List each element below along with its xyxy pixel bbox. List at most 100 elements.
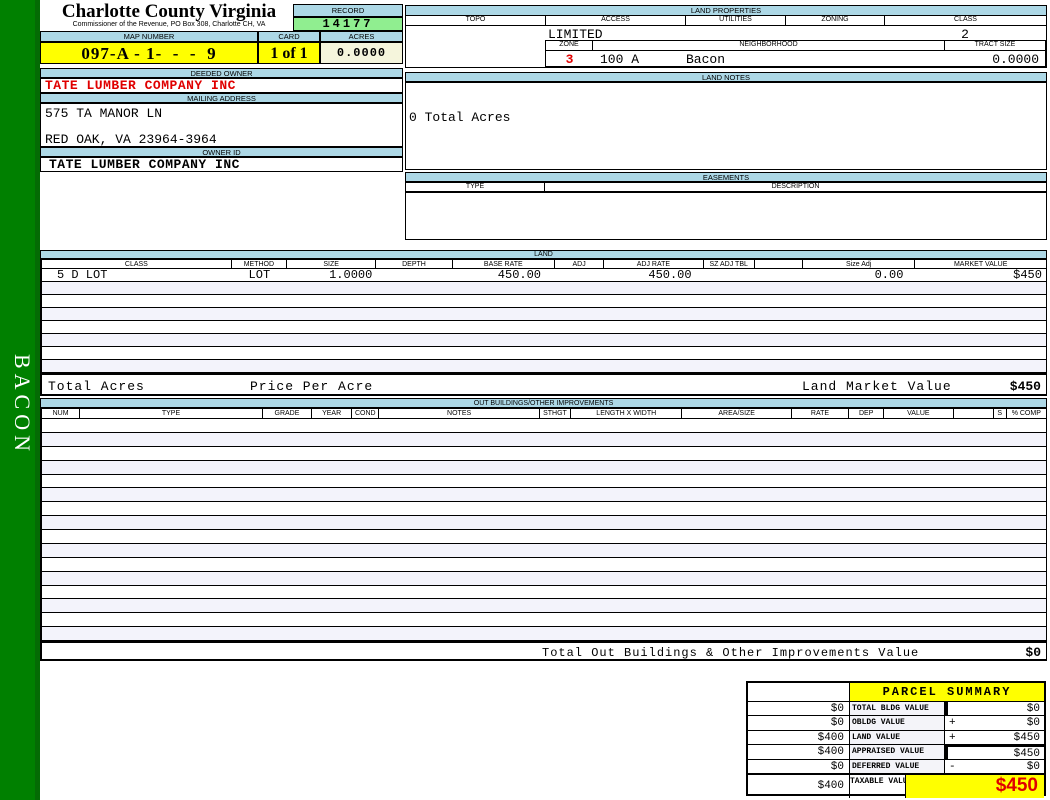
deferred-value-cell: - $0 — [945, 760, 1044, 774]
prior-land-value: $400 — [748, 730, 850, 746]
prior-obldg-value: $0 — [748, 716, 850, 731]
op: + — [949, 731, 956, 744]
ob-col-notes: NOTES — [379, 409, 540, 418]
ob-col-cond: COND — [352, 409, 380, 418]
out-buildings-empty-rows — [40, 419, 1047, 641]
deeded-owner-label: DEEDED OWNER — [40, 68, 403, 78]
land-totals-row: Total Acres Price Per Acre Land Market V… — [40, 373, 1047, 396]
map-number-label: MAP NUMBER — [40, 31, 258, 42]
empty-row — [42, 321, 1046, 334]
empty-row — [42, 585, 1046, 600]
ob-col-sthgt: STHGT — [540, 409, 572, 418]
deferred-value: $0 — [1026, 760, 1040, 773]
obldg-value-label: OBLDG VALUE — [850, 716, 945, 731]
easement-type-label: TYPE — [405, 182, 545, 192]
record-value: 14177 — [293, 17, 403, 31]
ob-col-blank — [954, 409, 994, 418]
card-label: CARD — [258, 31, 320, 42]
land-properties-section: LAND PROPERTIES TOPO ACCESS UTILITIES ZO… — [405, 5, 1047, 68]
district-label: BACON — [10, 353, 35, 456]
land-col-class: CLASS — [42, 260, 232, 268]
ob-col-area-size: AREA/SIZE — [682, 409, 792, 418]
total-acres-label: Total Acres — [48, 379, 145, 394]
tract-size-label: TRACT SIZE — [944, 41, 1045, 51]
obldg-value-cell: + $0 — [945, 716, 1044, 731]
empty-row — [42, 627, 1046, 641]
easements-title: EASEMENTS — [405, 172, 1047, 182]
land-blank — [755, 269, 803, 281]
empty-row — [42, 571, 1046, 586]
land-col-size: SIZE — [287, 260, 377, 268]
topo-label: TOPO — [406, 16, 546, 26]
empty-row — [42, 599, 1046, 614]
prior-taxable-value: $400 — [748, 774, 850, 798]
land-market-value-total: $450 — [1009, 379, 1041, 394]
land-sz-adj-tbl — [704, 269, 755, 281]
taxable-value: $450 — [906, 774, 1044, 798]
neighborhood-name: Bacon — [686, 52, 726, 67]
mailing-address-label: MAILING ADDRESS — [40, 93, 403, 103]
empty-row — [42, 516, 1046, 530]
land-class: 5 D LOT — [57, 269, 108, 281]
land-col-adj-rate: ADJ RATE — [604, 260, 704, 268]
out-buildings-column-headers: NUM TYPE GRADE YEAR COND NOTES STHGT LEN… — [40, 408, 1047, 419]
land-col-sz-adj-tbl: SZ ADJ TBL — [704, 260, 755, 268]
land-col-blank — [755, 260, 803, 268]
land-value-label: LAND VALUE — [850, 730, 945, 746]
empty-row — [42, 360, 1046, 373]
total-bldg-value: $0 — [1026, 703, 1040, 715]
class-label: CLASS — [884, 16, 1046, 26]
land-market-value: $450 — [1013, 269, 1042, 281]
out-buildings-title: OUT BUILDINGS/OTHER IMPROVEMENTS — [40, 398, 1047, 408]
empty-row — [42, 502, 1046, 517]
address-line-2: RED OAK, VA 23964-3964 — [45, 132, 217, 147]
total-bldg-value-cell: $0 — [945, 702, 1044, 717]
land-column-headers: CLASS METHOD SIZE DEPTH BASE RATE ADJ AD… — [40, 259, 1047, 269]
easement-description-label: DESCRIPTION — [544, 182, 1047, 192]
zone-value: 3 — [565, 52, 574, 67]
land-market-value-label: Land Market Value — [802, 379, 952, 394]
land-method: LOT — [248, 269, 271, 281]
ob-col-dep: DEP — [849, 409, 885, 418]
empty-row — [42, 557, 1046, 572]
county-title: Charlotte County Virginia — [61, 1, 277, 22]
total-bldg-value-label: TOTAL BLDG VALUE — [850, 702, 945, 717]
land-adj-rate: 450.00 — [648, 269, 692, 281]
land-value-cell: + $450 — [945, 731, 1044, 746]
prior-total-bldg-value: $0 — [748, 702, 850, 717]
price-per-acre-label: Price Per Acre — [250, 379, 374, 394]
utilities-label: UTILITIES — [685, 16, 786, 26]
appraised-value-cell: $450 — [945, 745, 1044, 760]
card-value: 1 of 1 — [258, 42, 320, 64]
land-properties-title: LAND PROPERTIES — [406, 6, 1046, 16]
out-buildings-total-label: Total Out Buildings & Other Improvements… — [542, 646, 920, 660]
ob-col-length-width: LENGTH X WIDTH — [571, 409, 683, 418]
empty-row — [42, 613, 1046, 628]
op: + — [949, 717, 956, 730]
record-label: RECORD — [293, 4, 403, 17]
acres-label: ACRES — [320, 31, 403, 42]
ob-col-value: VALUE — [884, 409, 954, 418]
owner-id-label: OWNER ID — [40, 147, 403, 157]
neighborhood-label: NEIGHBORHOOD — [592, 41, 945, 51]
ob-col-pct-comp: % COMP — [1011, 410, 1041, 417]
empty-row — [42, 347, 1046, 360]
parcel-summary: PARCEL SUMMARY $0 TOTAL BLDG VALUE $0 $0… — [746, 681, 1046, 798]
empty-row — [42, 419, 1046, 433]
zone-label: ZONE — [546, 41, 593, 51]
parcel-summary-title: PARCEL SUMMARY — [850, 683, 1044, 702]
land-title: LAND — [40, 250, 1047, 259]
land-adj — [555, 269, 604, 281]
empty-row — [42, 446, 1046, 461]
land-base-rate: 450.00 — [497, 269, 542, 281]
land-col-size-adj: Size Adj — [803, 260, 916, 268]
prior-appraised-value: $400 — [748, 745, 850, 760]
land-size: 1.0000 — [329, 269, 373, 281]
property-record-card: BACON Charlotte County Virginia Commissi… — [0, 0, 1050, 800]
easements-body — [405, 192, 1047, 240]
address-line-1: 575 TA MANOR LN — [45, 106, 163, 121]
ob-col-rate: RATE — [792, 409, 850, 418]
empty-row — [42, 282, 1046, 295]
land-col-market-value: MARKET VALUE — [953, 261, 1008, 268]
empty-row — [42, 488, 1046, 503]
